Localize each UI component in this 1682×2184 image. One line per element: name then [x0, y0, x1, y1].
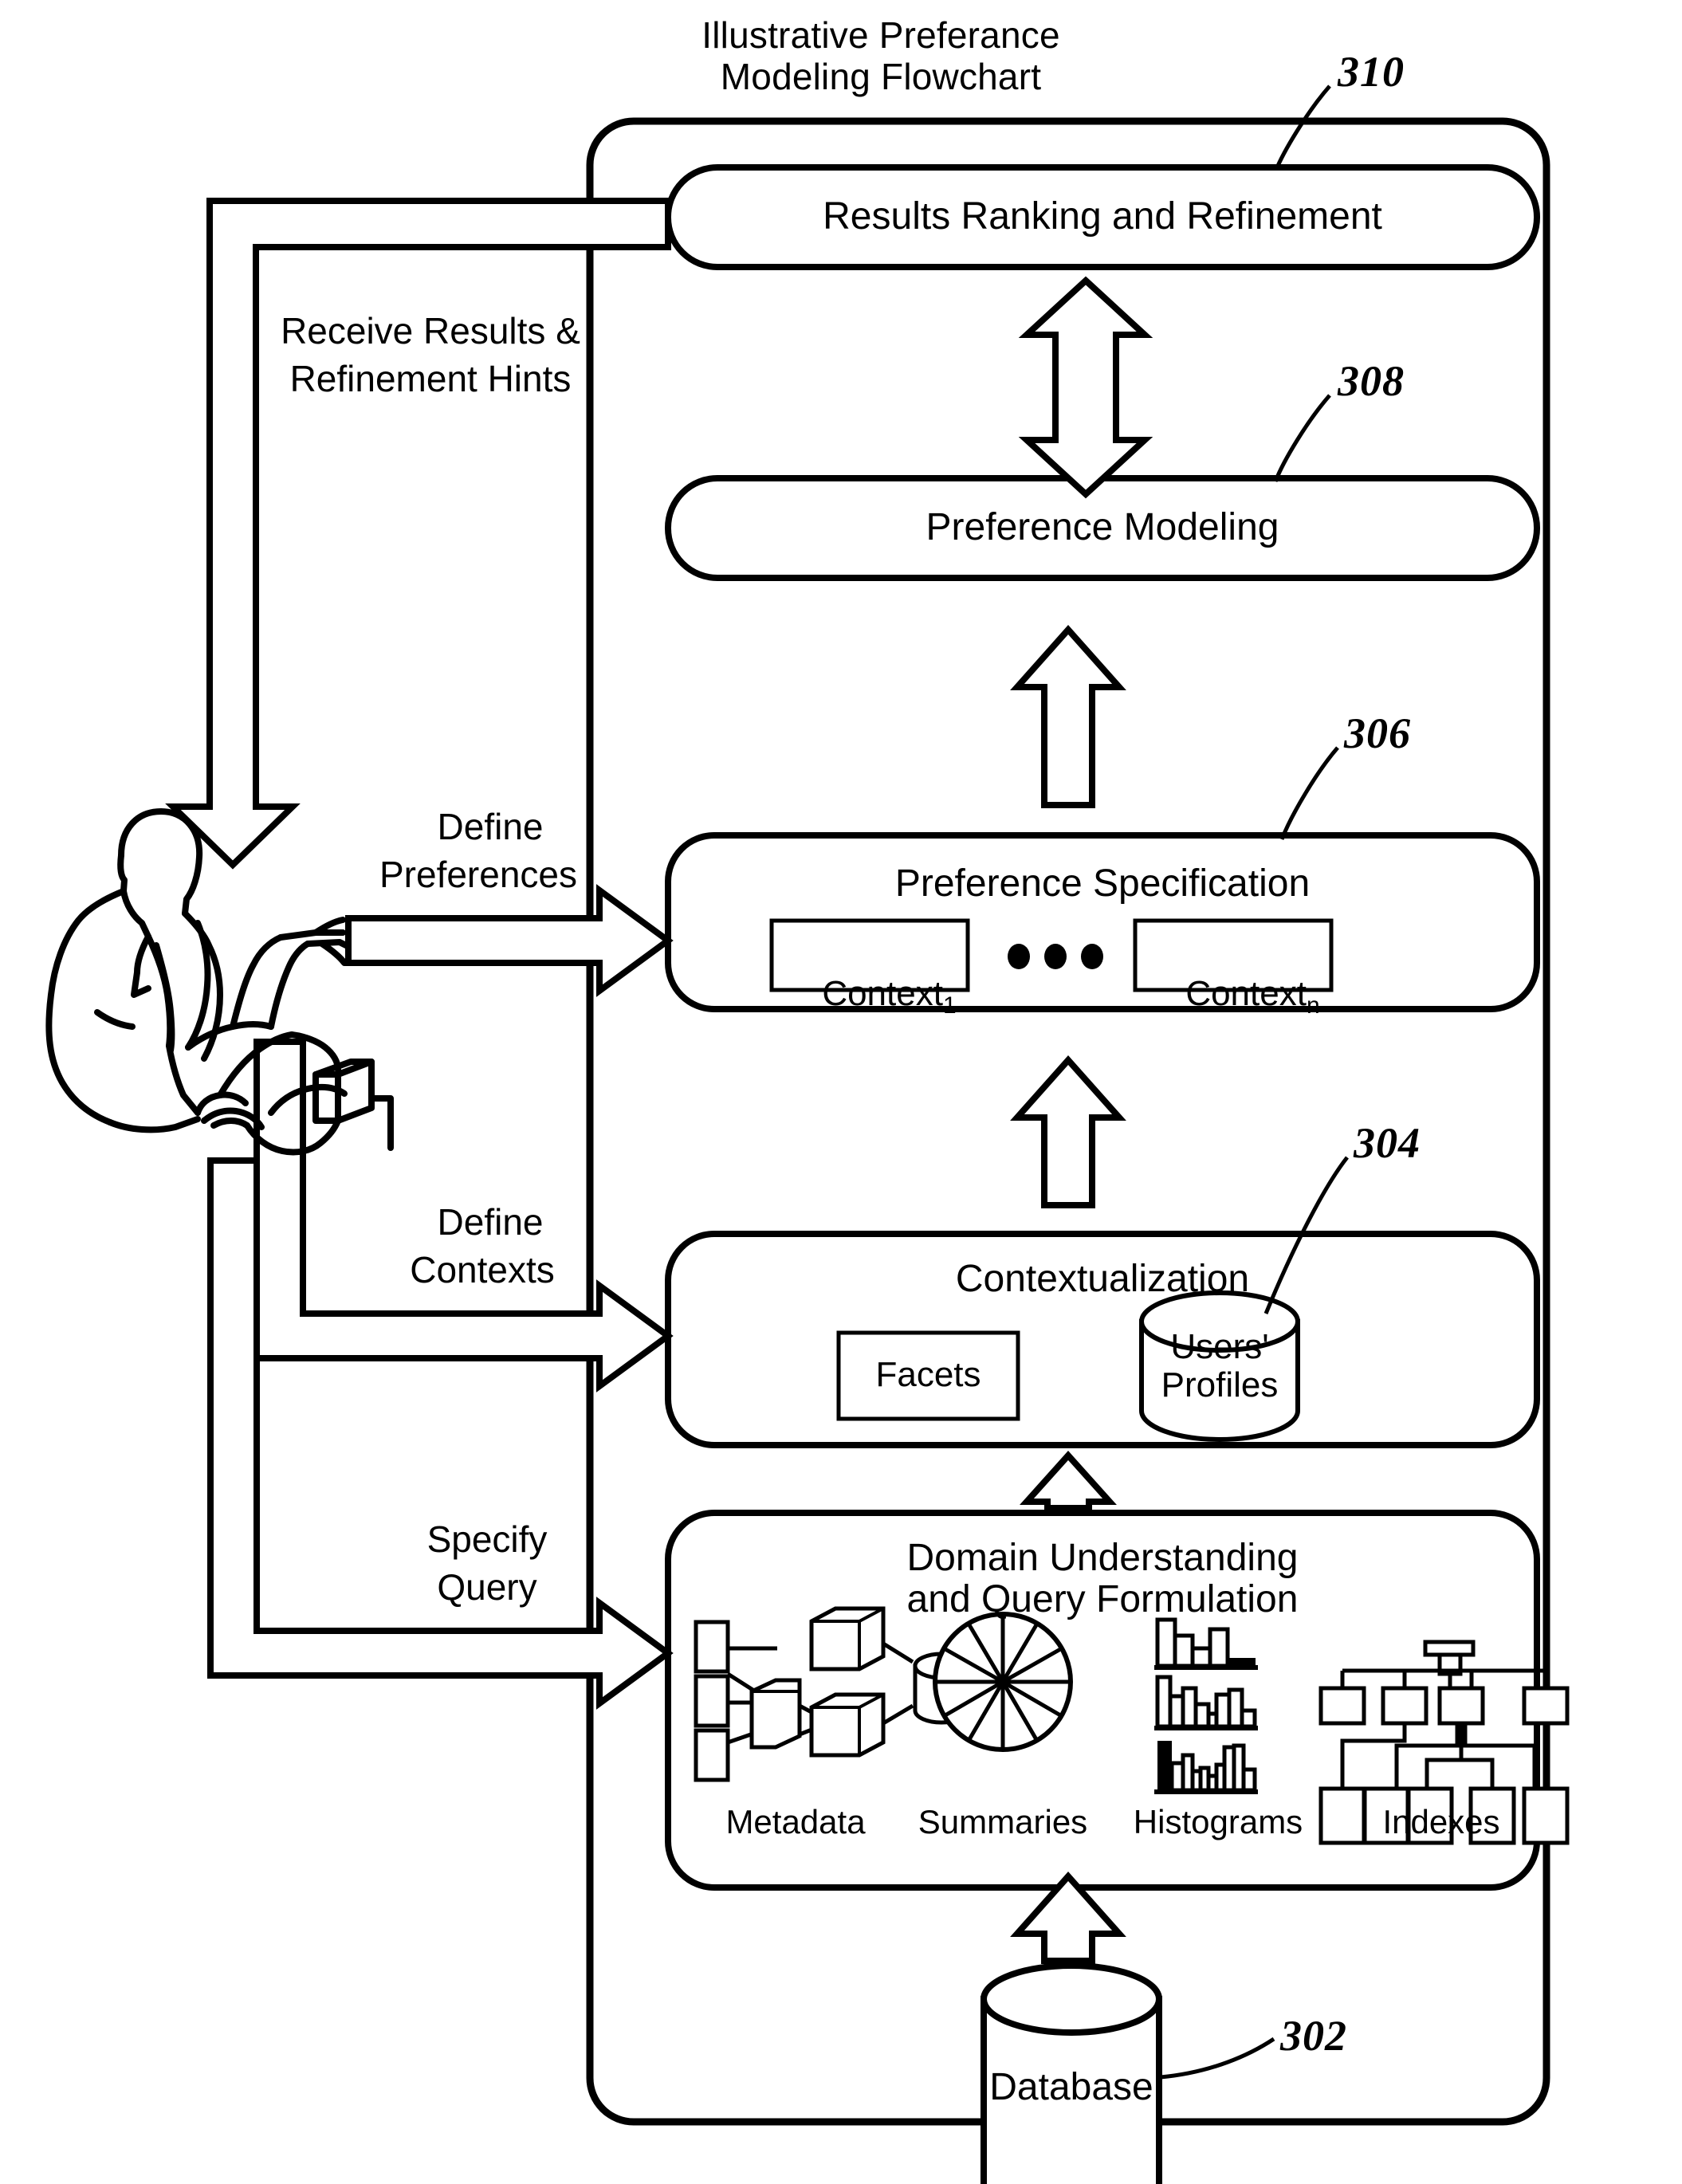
- asset-caption-summaries: Summaries: [918, 1803, 1088, 1840]
- define-preferences-label-line1: Define: [437, 806, 544, 847]
- database-label[interactable]: Database: [984, 2066, 1159, 2110]
- asset-caption-histograms: Histograms: [1133, 1803, 1303, 1840]
- figure-canvas: .ln{fill:none;stroke:#000;stroke-width:7…: [0, 0, 1682, 2184]
- preference-specification-label[interactable]: Preference Specification: [668, 862, 1537, 906]
- asset-caption-indexes: Indexes: [1382, 1803, 1500, 1840]
- ref-304: 304: [1354, 1119, 1421, 1167]
- results-ranking-label[interactable]: Results Ranking and Refinement: [668, 195, 1537, 239]
- asset-caption-metadata: Metadata: [725, 1803, 866, 1840]
- specify-query-label-line1: Specify: [426, 1518, 548, 1560]
- arrow-define-preferences: [345, 884, 674, 997]
- define-contexts-label-line2: Contexts: [410, 1249, 555, 1290]
- define-contexts-label-line1: Define: [437, 1201, 544, 1243]
- contextualization-label[interactable]: Contextualization: [668, 1258, 1537, 1302]
- summaries-pie-icon: [933, 1612, 1073, 1752]
- user-figure-icon: [45, 808, 394, 1156]
- ref-302: 302: [1280, 2012, 1347, 2060]
- domain-understanding-label-line2[interactable]: and Query Formulation: [668, 1578, 1537, 1622]
- receive-results-label-line2: Refinement Hints: [289, 358, 572, 399]
- users-profiles-label-line1: Users': [1170, 1327, 1269, 1366]
- context-1-subscript: 1: [942, 992, 957, 1019]
- context-n-label[interactable]: Contextn: [1135, 934, 1331, 1059]
- ref-308: 308: [1338, 357, 1405, 405]
- domain-understanding-label-line1[interactable]: Domain Understanding: [668, 1537, 1537, 1581]
- diagram-vector-layer: .ln{fill:none;stroke:#000;stroke-width:7…: [45, 84, 1570, 2184]
- figure-title-line2: Modeling Flowchart: [720, 56, 1042, 97]
- context-1-name: Context: [822, 974, 943, 1014]
- specify-query-label-line2: Query: [437, 1566, 537, 1608]
- ref-310: 310: [1338, 48, 1405, 96]
- ref-306: 306: [1344, 709, 1411, 757]
- receive-results-label-line1: Receive Results &: [281, 310, 580, 352]
- context-n-name: Context: [1185, 974, 1307, 1014]
- define-preferences-label-line2: Preferences: [379, 854, 577, 895]
- context-1-label[interactable]: Context1: [772, 934, 968, 1059]
- users-profiles-label-line2: Profiles: [1161, 1365, 1279, 1404]
- figure-title-line1: Illustrative Preferance: [701, 14, 1060, 56]
- facets-label[interactable]: Facets: [839, 1355, 1018, 1395]
- preference-modeling-label[interactable]: Preference Modeling: [668, 506, 1537, 550]
- context-n-subscript: n: [1306, 992, 1320, 1019]
